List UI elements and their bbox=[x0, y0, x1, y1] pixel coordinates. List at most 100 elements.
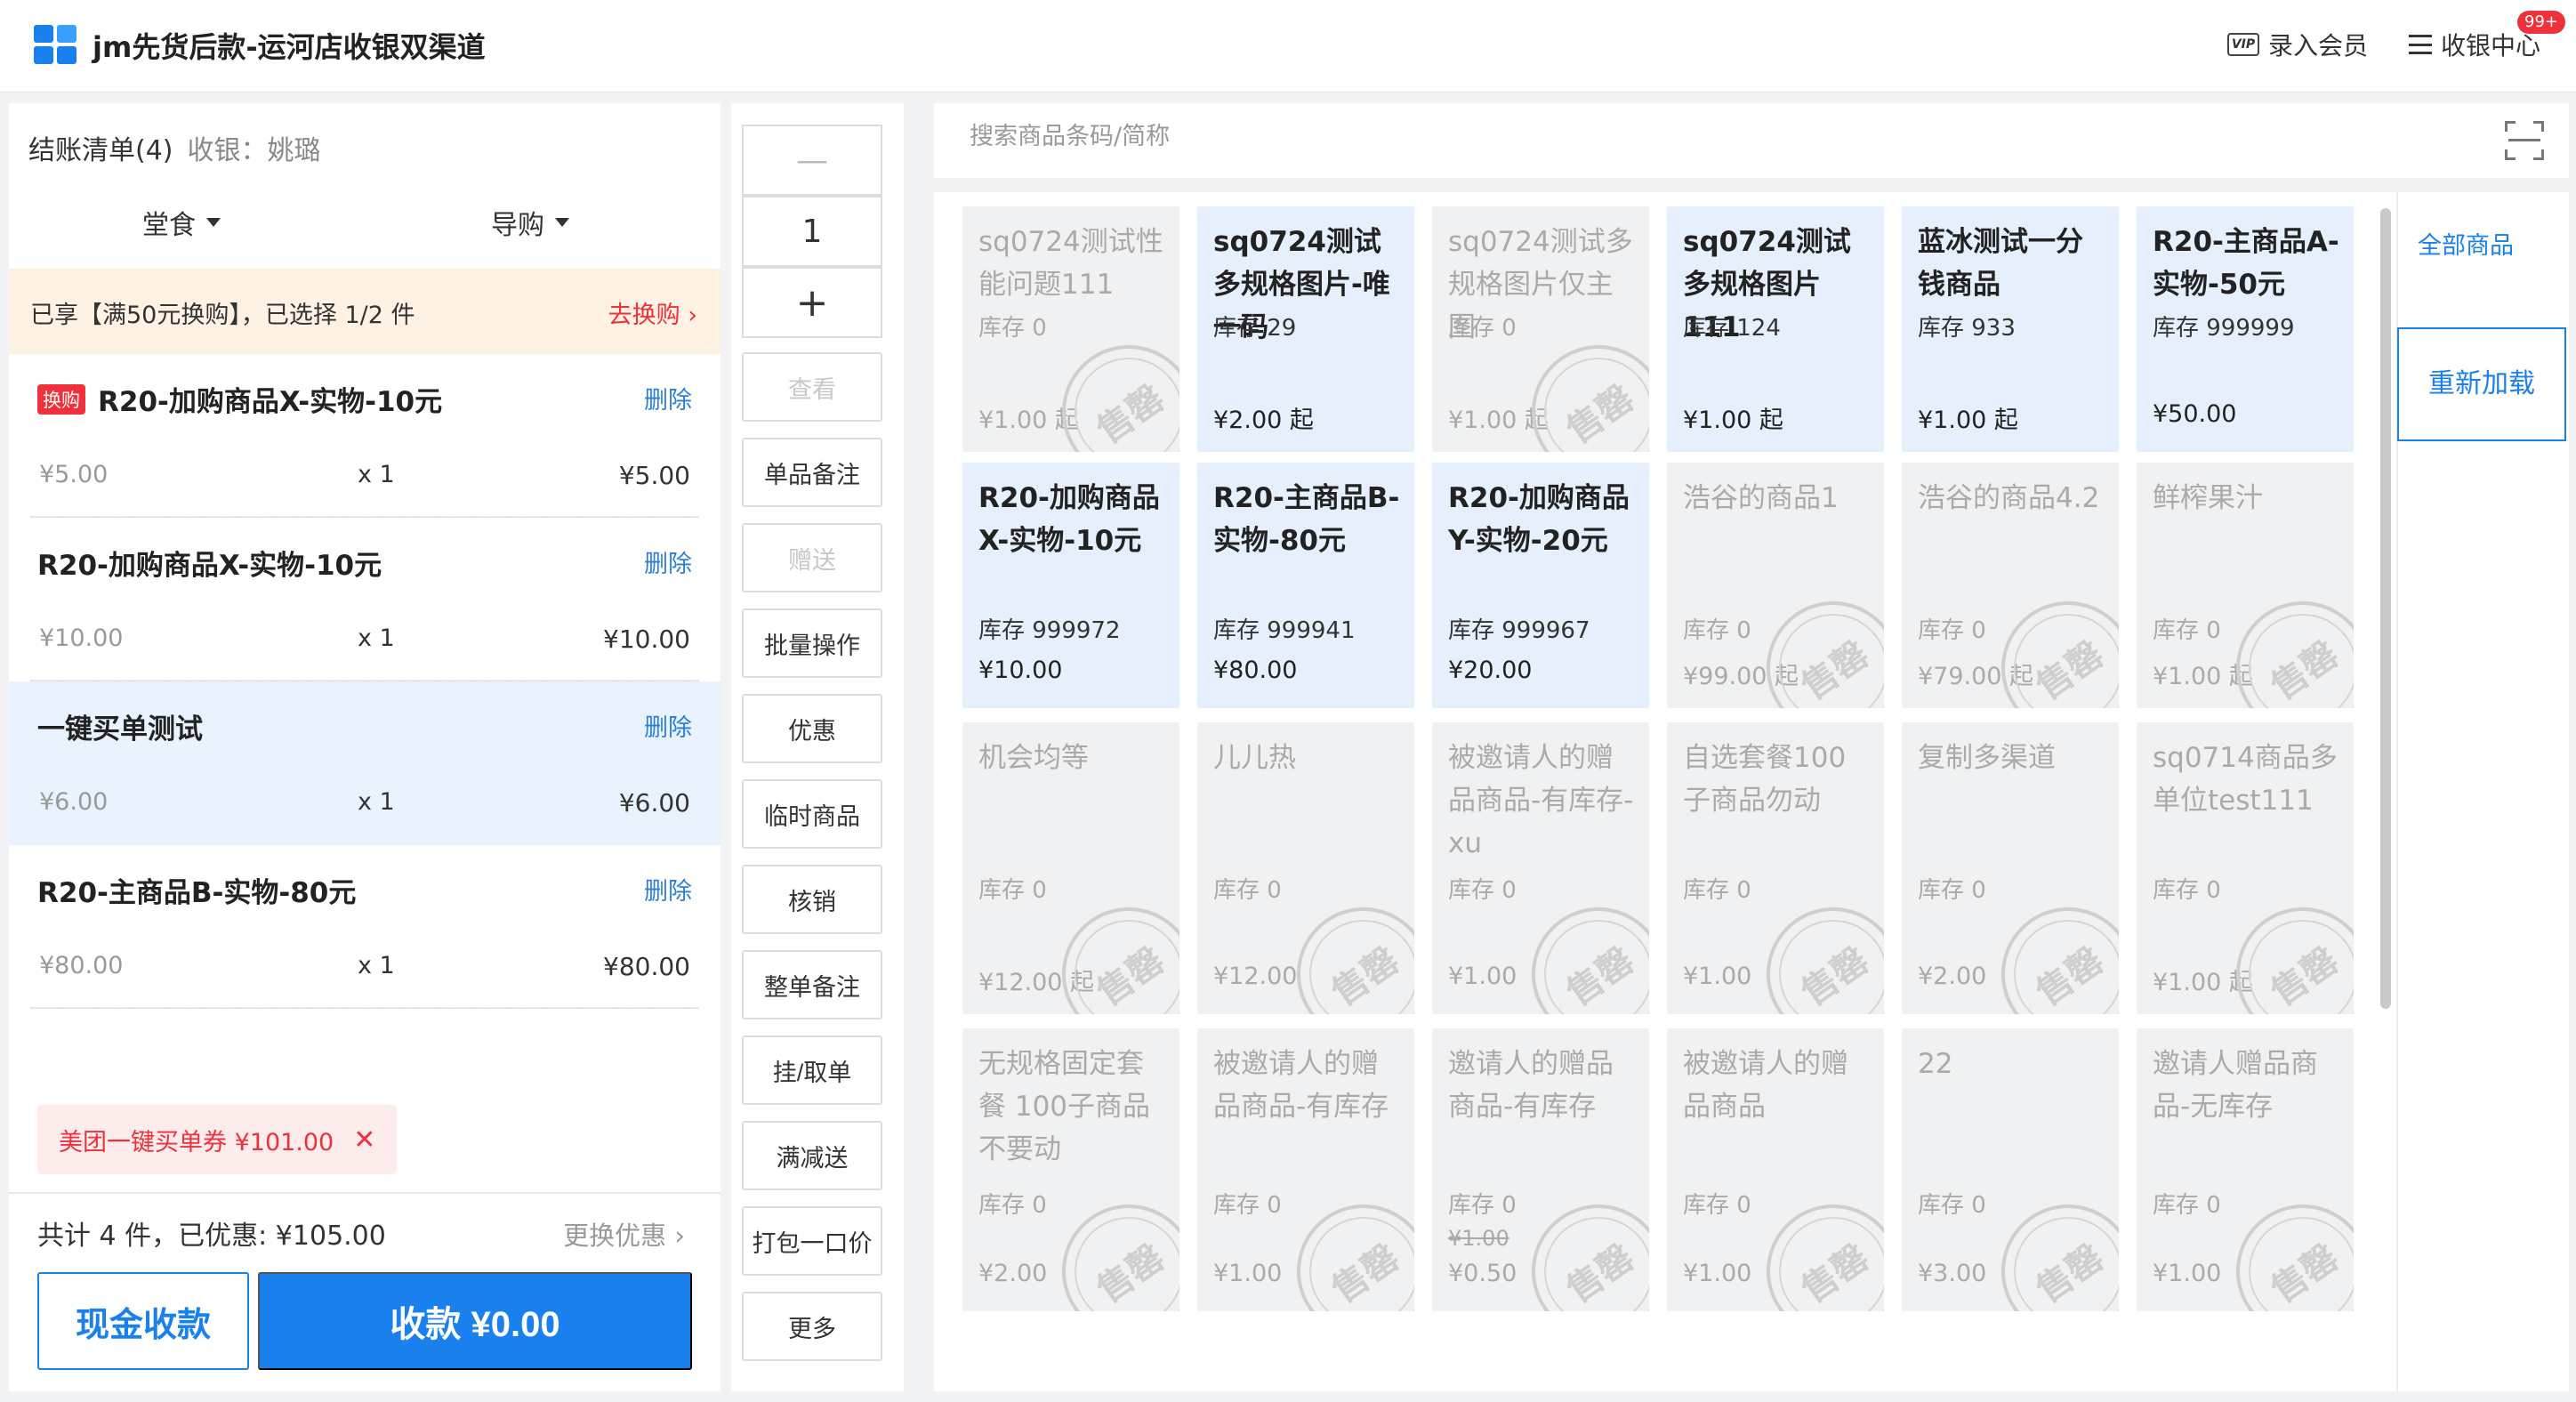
product-scrollbar[interactable] bbox=[2380, 208, 2391, 1009]
batch-operation-button[interactable]: 批量操作 bbox=[742, 608, 882, 678]
product-card[interactable]: 机会均等 库存 0 ¥12.00 起售罄 bbox=[962, 722, 1179, 1014]
quantity-minus-button[interactable]: — bbox=[742, 125, 882, 196]
promotion-bar: 已享【满50元换购】，已选择 1/2 件 去换购 › bbox=[9, 269, 720, 354]
product-card[interactable]: 22 库存 0 ¥3.00 售罄 bbox=[1902, 1028, 2119, 1311]
app-logo-icon bbox=[34, 25, 80, 68]
cashier-center-button[interactable]: 收银中心 99+ bbox=[2408, 11, 2565, 62]
product-card[interactable]: 无规格固定套餐 100子商品不要动 库存 0 ¥2.00 售罄 bbox=[962, 1028, 1179, 1311]
product-card[interactable]: R20-加购商品X-实物-10元 库存 999972 ¥10.00 bbox=[962, 463, 1179, 708]
product-card[interactable]: R20-主商品A-实物-50元 库存 999999 ¥50.00 bbox=[2137, 206, 2354, 452]
delete-item-button[interactable]: 删除 bbox=[644, 708, 692, 743]
product-grid: 全部商品 重新加载 sq0724测试性能问题111 库存 0 ¥1.00 起售罄 sq… bbox=[934, 192, 2569, 1391]
enter-member-button[interactable]: VIP 录入会员 bbox=[2226, 27, 2368, 62]
bundle-price-button[interactable]: 打包一口价 bbox=[742, 1206, 882, 1276]
product-name: 邀请人赠品商品-无库存 bbox=[2153, 1048, 2318, 1123]
more-button[interactable]: 更多 bbox=[742, 1292, 882, 1361]
product-card[interactable]: 复制多渠道 库存 0 ¥2.00 售罄 bbox=[1902, 722, 2119, 1014]
gift-button[interactable]: 赠送 bbox=[742, 523, 882, 592]
product-card[interactable]: 被邀请人的赠品商品-有库存 库存 0 ¥1.00 售罄 bbox=[1197, 1028, 1414, 1311]
product-name: 被邀请人的赠品商品-有库存 bbox=[1213, 1048, 1389, 1123]
item-name: 一键买单测试 bbox=[37, 713, 203, 745]
product-card[interactable]: R20-主商品B-实物-80元 库存 999941 ¥80.00 bbox=[1197, 463, 1414, 708]
cash-payment-button[interactable]: 现金收款 bbox=[37, 1272, 249, 1370]
checkout-button[interactable]: 收款 ¥0.00 bbox=[258, 1272, 692, 1370]
item-note-button[interactable]: 单品备注 bbox=[742, 438, 882, 507]
delete-item-button[interactable]: 删除 bbox=[644, 872, 692, 906]
scan-icon[interactable] bbox=[2505, 121, 2544, 160]
product-stock: 库存 0 bbox=[1213, 877, 1282, 904]
product-price: ¥12.00 bbox=[1213, 963, 1298, 990]
action-toolbar: — 1 + 查看 单品备注 赠送 批量操作 优惠 临时商品 核销 整单备注 挂/… bbox=[731, 103, 904, 1391]
quantity-plus-button[interactable]: + bbox=[742, 267, 882, 338]
reload-button[interactable]: 重新加载 bbox=[2397, 327, 2566, 441]
product-stock: 库存 0 bbox=[978, 1192, 1047, 1219]
product-name: 复制多渠道 bbox=[1918, 742, 2056, 774]
close-icon[interactable]: ✕ bbox=[353, 1124, 375, 1156]
item-quantity: x 1 bbox=[358, 788, 395, 816]
cashier-name: 收银：姚璐 bbox=[187, 135, 321, 166]
product-card[interactable]: sq0714商品多单位test111 库存 0 ¥1.00 起售罄 bbox=[2137, 722, 2354, 1014]
full-reduction-button[interactable]: 满减送 bbox=[742, 1121, 882, 1190]
product-name: 邀请人的赠品商品-有库存 bbox=[1448, 1048, 1614, 1123]
verify-button[interactable]: 核销 bbox=[742, 865, 882, 934]
order-item[interactable]: R20-加购商品X-实物-10元 删除 ¥10.00 x 1 ¥10.00 bbox=[9, 518, 720, 681]
product-name: R20-主商品A-实物-50元 bbox=[2153, 226, 2339, 301]
delete-item-button[interactable]: 删除 bbox=[644, 544, 692, 579]
notification-badge: 99+ bbox=[2517, 11, 2565, 34]
product-card[interactable]: 邀请人赠品商品-无库存 库存 0 ¥1.00 售罄 bbox=[2137, 1028, 2354, 1311]
product-card[interactable]: 儿儿热 库存 0 ¥12.00 售罄 bbox=[1197, 722, 1414, 1014]
product-name: 浩谷的商品1 bbox=[1683, 482, 1839, 514]
enter-member-label: 录入会员 bbox=[2267, 31, 2368, 60]
product-price: ¥1.00 起 bbox=[1918, 407, 2018, 434]
product-card[interactable]: 被邀请人的赠品商品 库存 0 ¥1.00 售罄 bbox=[1667, 1028, 1884, 1311]
discount-button[interactable]: 优惠 bbox=[742, 694, 882, 763]
product-card[interactable]: sq0724测试多规格图片仅主图 库存 0 ¥1.00 起售罄 bbox=[1432, 206, 1649, 452]
product-card[interactable]: 蓝冰测试一分钱商品 库存 933 ¥1.00 起 bbox=[1902, 206, 2119, 452]
shopping-guide-label: 导购 bbox=[491, 210, 544, 241]
item-subtotal: ¥5.00 bbox=[618, 461, 690, 490]
product-card[interactable]: 浩谷的商品4.2 库存 0 ¥79.00 起售罄 bbox=[1902, 463, 2119, 708]
hold-retrieve-order-button[interactable]: 挂/取单 bbox=[742, 1035, 882, 1105]
go-exchange-link[interactable]: 去换购 › bbox=[608, 295, 697, 330]
product-price: ¥1.00 起 bbox=[1683, 407, 1783, 434]
order-item[interactable]: 换购 R20-加购商品X-实物-10元 删除 ¥5.00 x 1 ¥5.00 bbox=[9, 354, 720, 518]
store-title: jm先货后款-运河店收银双渠道 bbox=[93, 30, 486, 64]
product-card[interactable]: sq0724测试性能问题111 库存 0 ¥1.00 起售罄 bbox=[962, 206, 1179, 452]
product-card[interactable]: sq0724测试多规格图片-唯一码 库存 29 ¥2.00 起 bbox=[1197, 206, 1414, 452]
order-note-button[interactable]: 整单备注 bbox=[742, 950, 882, 1019]
dine-in-dropdown[interactable]: 堂食 bbox=[142, 203, 221, 242]
category-all-products[interactable]: 全部商品 bbox=[2418, 226, 2514, 261]
product-price: ¥50.00 bbox=[2153, 400, 2237, 428]
product-card[interactable]: 鲜榨果汁 库存 0 ¥1.00 起售罄 bbox=[2137, 463, 2354, 708]
order-item-selected[interactable]: 一键买单测试 删除 ¥6.00 x 1 ¥6.00 bbox=[9, 681, 720, 845]
search-input[interactable] bbox=[970, 123, 2304, 150]
product-price: ¥1.00 bbox=[1683, 1260, 1752, 1287]
product-card[interactable]: 浩谷的商品1 库存 0 ¥99.00 起售罄 bbox=[1667, 463, 1884, 708]
view-button[interactable]: 查看 bbox=[742, 352, 882, 422]
delete-item-button[interactable]: 删除 bbox=[644, 381, 692, 415]
product-price: ¥2.00 起 bbox=[1213, 407, 1314, 434]
product-stock: 库存 0 bbox=[978, 877, 1047, 904]
product-stock: 库存 999967 bbox=[1448, 617, 1590, 644]
product-card[interactable]: sq0724测试多规格图片111 库存 124 ¥1.00 起 bbox=[1667, 206, 1884, 452]
item-quantity: x 1 bbox=[358, 461, 395, 488]
product-card[interactable]: R20-加购商品Y-实物-20元 库存 999967 ¥20.00 bbox=[1432, 463, 1649, 708]
coupon-label: 美团一键买单券 ¥101.00 bbox=[59, 1128, 334, 1156]
product-card[interactable]: 邀请人的赠品商品-有库存 库存 0 ¥1.00 ¥0.50 售罄 bbox=[1432, 1028, 1649, 1311]
item-unit-price: ¥10.00 bbox=[39, 624, 124, 652]
sold-out-stamp-icon: 售罄 bbox=[1270, 881, 1414, 1014]
temporary-item-button[interactable]: 临时商品 bbox=[742, 779, 882, 849]
quantity-value[interactable]: 1 bbox=[742, 196, 882, 267]
shopping-guide-dropdown[interactable]: 导购 bbox=[491, 203, 569, 242]
product-price: ¥10.00 bbox=[978, 657, 1063, 684]
product-name: 被邀请人的赠品商品-有库存-xu bbox=[1448, 742, 1634, 859]
product-card[interactable]: 被邀请人的赠品商品-有库存-xu 库存 0 ¥1.00 售罄 bbox=[1432, 722, 1649, 1014]
product-price: ¥3.00 bbox=[1918, 1260, 1987, 1287]
order-item[interactable]: R20-主商品B-实物-80元 删除 ¥80.00 x 1 ¥80.00 bbox=[9, 845, 720, 1009]
product-area: 全部商品 重新加载 sq0724测试性能问题111 库存 0 ¥1.00 起售罄 sq… bbox=[934, 103, 2569, 1391]
product-name: 被邀请人的赠品商品 bbox=[1683, 1048, 1848, 1123]
product-card[interactable]: 自选套餐100子商品勿动 库存 0 ¥1.00 售罄 bbox=[1667, 722, 1884, 1014]
product-stock: 库存 0 bbox=[2153, 877, 2221, 904]
product-price: ¥1.00 bbox=[1683, 963, 1752, 990]
change-discount-link[interactable]: 更换优惠 › bbox=[563, 1215, 685, 1253]
